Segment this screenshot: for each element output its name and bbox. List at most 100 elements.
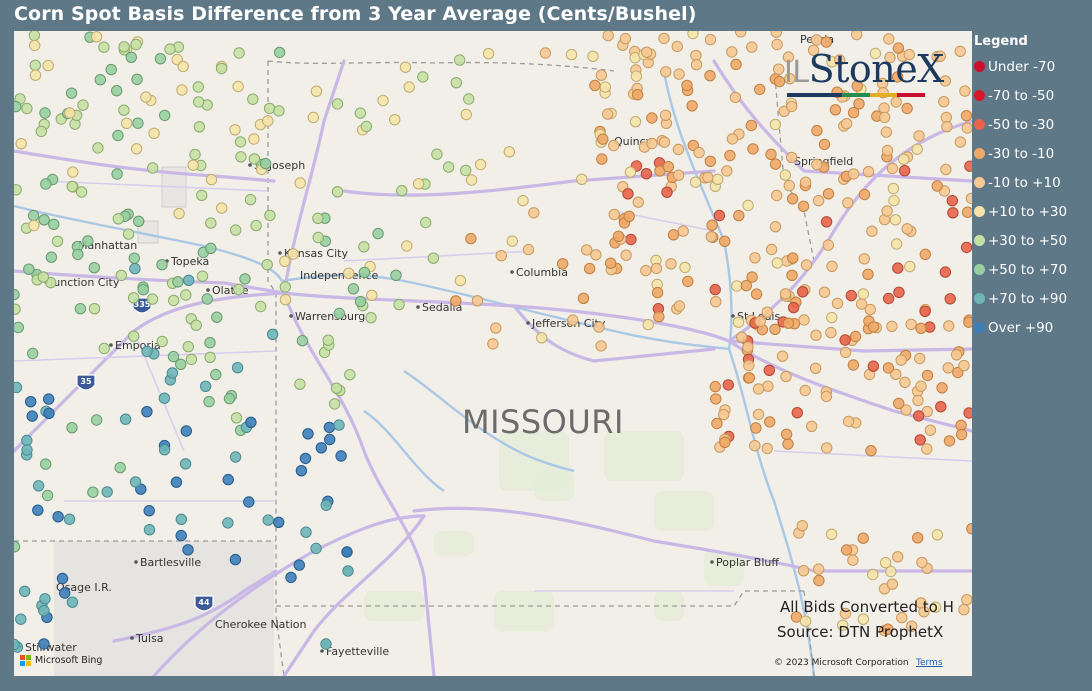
- bid-point: [581, 244, 593, 256]
- bid-point: [958, 359, 970, 372]
- bid-point: [840, 544, 853, 556]
- bid-point: [312, 212, 324, 225]
- city-marker: [206, 288, 210, 292]
- bid-point: [201, 293, 213, 305]
- legend-item[interactable]: -50 to -30: [974, 110, 1090, 139]
- bid-point: [239, 273, 251, 285]
- bid-point: [867, 321, 880, 333]
- bid-point: [931, 529, 944, 541]
- bid-point: [847, 554, 859, 566]
- bid-point: [783, 179, 795, 192]
- bid-point: [98, 342, 110, 355]
- bid-point: [718, 408, 730, 421]
- bid-point: [182, 544, 194, 556]
- bid-point: [211, 311, 223, 323]
- bid-point: [812, 563, 825, 575]
- city-marker: [109, 343, 113, 347]
- bid-point: [396, 185, 408, 197]
- bid-point: [358, 241, 370, 253]
- bid-point: [294, 378, 306, 390]
- bid-point: [632, 196, 644, 208]
- bid-point: [914, 434, 926, 446]
- bid-point: [602, 31, 614, 42]
- bid-point: [25, 396, 37, 408]
- state-label: MISSOURI: [462, 403, 624, 441]
- legend-item[interactable]: +30 to +50: [974, 226, 1090, 255]
- bid-point: [333, 419, 345, 431]
- bid-point: [358, 266, 371, 279]
- city-marker: [289, 314, 293, 318]
- bid-point: [132, 117, 144, 129]
- bid-point: [797, 200, 810, 213]
- bid-point: [302, 428, 314, 440]
- bid-point: [939, 266, 952, 278]
- bid-point: [845, 289, 857, 302]
- legend-item-label: +50 to +70: [988, 261, 1068, 278]
- bid-point: [831, 297, 844, 310]
- bid-point: [769, 221, 782, 233]
- bid-point: [26, 410, 38, 422]
- bid-point: [822, 239, 834, 251]
- bid-point: [65, 87, 78, 99]
- bid-point: [180, 289, 192, 301]
- bid-point: [82, 235, 94, 247]
- legend-item[interactable]: +70 to +90: [974, 284, 1090, 313]
- city-label: Stillwater: [25, 641, 77, 654]
- bid-point: [137, 284, 149, 296]
- legend-item[interactable]: +10 to +30: [974, 197, 1090, 226]
- legend-item[interactable]: Over +90: [974, 313, 1090, 342]
- bid-point: [946, 195, 958, 207]
- bid-point: [43, 407, 55, 419]
- bid-point: [32, 480, 45, 492]
- bid-point: [112, 213, 125, 225]
- bid-point: [38, 605, 50, 617]
- bid-point: [771, 257, 783, 269]
- bid-point: [300, 526, 312, 538]
- bid-point: [913, 410, 925, 422]
- bid-point: [963, 316, 972, 328]
- bid-point: [702, 171, 714, 184]
- bid-point: [229, 553, 242, 566]
- bid-point: [938, 96, 950, 108]
- bid-point: [745, 119, 757, 132]
- bid-point: [296, 335, 309, 347]
- bid-point: [771, 189, 783, 202]
- bid-point: [299, 452, 312, 465]
- legend-item[interactable]: +50 to +70: [974, 255, 1090, 284]
- bid-point: [881, 205, 893, 217]
- basis-map[interactable]: 3353544 MISSOURIPeoriaSt JosephManhattan…: [14, 31, 972, 676]
- bid-point: [503, 146, 515, 158]
- legend-item[interactable]: -70 to -50: [974, 81, 1090, 110]
- legend-item[interactable]: -30 to -10: [974, 139, 1090, 168]
- bid-point: [35, 125, 47, 138]
- bid-point: [682, 275, 694, 288]
- highway-shield-icon: 35: [76, 374, 96, 391]
- bid-point: [890, 96, 902, 108]
- bid-point: [842, 415, 855, 428]
- legend-item[interactable]: -10 to +10: [974, 168, 1090, 197]
- bid-point: [168, 294, 180, 307]
- bid-point: [112, 129, 124, 142]
- map-canvas[interactable]: 3353544 MISSOURIPeoriaSt JosephManhattan…: [14, 31, 972, 676]
- bid-point: [847, 107, 860, 119]
- terms-link[interactable]: Terms: [916, 658, 943, 668]
- bid-point: [331, 186, 344, 198]
- bid-point: [608, 139, 620, 152]
- bid-point: [619, 32, 632, 45]
- bid-point: [141, 345, 153, 358]
- bid-point: [90, 414, 103, 426]
- bid-point: [883, 33, 895, 45]
- bid-point: [864, 303, 876, 316]
- bid-point: [323, 421, 336, 434]
- bid-point: [825, 326, 837, 339]
- bid-point: [63, 513, 76, 525]
- legend-item[interactable]: Under -70: [974, 52, 1090, 81]
- bid-point: [320, 499, 332, 511]
- bid-point: [735, 31, 747, 38]
- bid-point: [264, 209, 276, 222]
- bid-point: [27, 347, 39, 360]
- bid-point: [931, 180, 943, 192]
- legend-color-swatch: [974, 235, 985, 246]
- bid-point: [811, 158, 823, 171]
- bid-point: [460, 164, 472, 177]
